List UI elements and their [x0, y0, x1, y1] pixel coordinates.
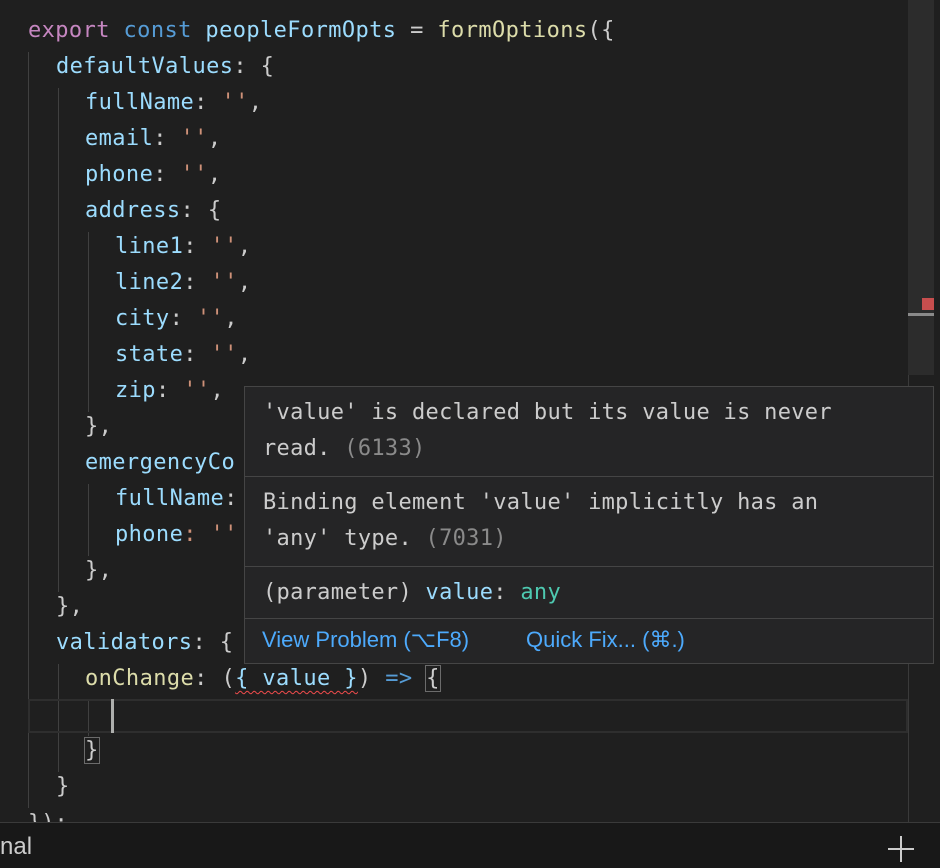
matching-bracket: } — [84, 737, 100, 764]
quick-fix-link[interactable]: Quick Fix... (⌘.) — [526, 627, 685, 653]
code-line-11: zip: '', — [115, 378, 225, 403]
panel-tab-terminal[interactable]: nal — [0, 833, 32, 861]
error-marker — [922, 298, 934, 310]
vertical-scrollbar[interactable] — [908, 0, 934, 375]
diagnostic-6133: 'value' is declared but its value is nev… — [245, 387, 933, 477]
code-line-7: line1: '', — [115, 234, 252, 259]
indent-guide — [88, 232, 89, 412]
code-line-6: address: { — [85, 198, 222, 223]
code-line-2: defaultValues: { — [56, 54, 275, 79]
code-line-21: } — [84, 733, 100, 769]
destructured-param-value[interactable]: { value } — [235, 666, 358, 691]
code-line-4: email: '', — [85, 126, 222, 151]
code-line-19: onChange: ({ value }) => { — [85, 665, 441, 692]
code-line-22: } — [56, 774, 70, 799]
indent-guide — [58, 88, 59, 592]
bottom-panel: nal — [0, 822, 940, 868]
diagnostic-7031: Binding element 'value' implicitly has a… — [245, 477, 933, 567]
hover-tooltip: 'value' is declared but its value is nev… — [244, 386, 934, 664]
current-line-highlight — [28, 699, 908, 733]
view-problem-link[interactable]: View Problem (⌥F8) — [262, 627, 469, 653]
indent-guide — [88, 484, 89, 556]
text-cursor — [111, 699, 114, 733]
code-line-5: phone: '', — [85, 162, 222, 187]
code-line-3: fullName: '', — [85, 90, 263, 115]
code-line-1: export const peopleFormOpts = formOption… — [28, 18, 615, 43]
cursor-position-marker — [908, 313, 934, 316]
code-line-13: emergencyCo — [85, 450, 236, 475]
type-signature: (parameter) value: any — [245, 567, 933, 619]
code-line-16: }, — [85, 558, 113, 583]
code-line-14: fullName: — [115, 486, 238, 511]
plus-icon[interactable] — [886, 834, 916, 864]
hover-actions: View Problem (⌥F8) Quick Fix... (⌘.) — [245, 619, 933, 663]
code-line-8: line2: '', — [115, 270, 252, 295]
code-line-10: state: '', — [115, 342, 252, 367]
matching-bracket: { — [425, 665, 441, 692]
code-line-18: validators: { — [56, 630, 234, 655]
code-line-15: phone: '' — [115, 522, 238, 547]
code-line-23: }); — [28, 806, 68, 822]
code-line-17: }, — [56, 594, 84, 619]
code-line-9: city: '', — [115, 306, 238, 331]
code-line-12: }, — [85, 414, 113, 439]
indent-guide — [28, 52, 29, 808]
